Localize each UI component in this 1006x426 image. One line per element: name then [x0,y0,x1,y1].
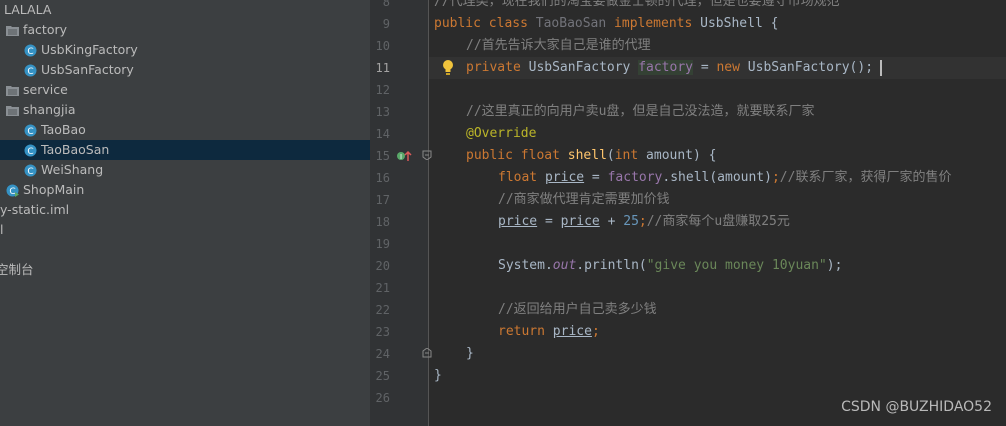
class-ref: System. [498,258,553,273]
keyword: return [498,324,545,339]
comment: //联系厂家，获得厂家的售价 [779,170,952,185]
comment: //首先告诉大家自己是谁的代理 [466,38,651,53]
constructor-call: UsbSanFactory(); [747,60,874,75]
class-name: TaoBaoSan [535,16,607,31]
code-line-22: //返回给用户自己卖多少钱 [498,299,657,321]
keyword: float [520,148,560,163]
keyword: int [614,148,639,163]
comment: //返回给用户自己卖多少钱 [498,302,657,317]
semicolon: ; [638,214,647,229]
code-line-17: //商家做代理肯定需要加价钱 [498,189,670,211]
local-variable: price [560,214,600,229]
code-line-13: //这里真正的向用户卖u盘，但是自己没法造，就要联系厂家 [466,101,814,123]
type-name: UsbSanFactory [528,60,631,75]
code-line-10: //首先告诉大家自己是谁的代理 [466,35,651,57]
operator: = [537,214,561,229]
brace: } [434,368,442,383]
keyword: new [716,60,740,75]
method-name: shell [567,148,607,163]
watermark: CSDN @BUZHIDAO52 [841,399,992,415]
comment: //商家做代理肯定需要加价钱 [498,192,670,207]
text-caret [880,60,882,76]
number-literal: 25 [623,214,639,229]
parameter: amount) { [638,148,717,163]
code-line-16: float price = factory.shell(amount);//联系… [498,167,951,189]
code-editor[interactable]: //代理类，现在我们的淘宝要做金士顿的代理，但是也要遵守市场规范 public … [0,0,1006,426]
code-line-25: } [434,365,442,387]
code-line-14: @Override [466,123,536,145]
keyword: class [488,16,528,31]
static-field: out [552,258,577,273]
local-variable: price [544,170,585,185]
paren: ( [606,148,615,163]
code-line-24: } [466,343,474,365]
keyword: private [466,60,521,75]
keyword: public [434,16,481,31]
operator: + [599,214,624,229]
code-line-15: public float shell(int amount) { [466,145,717,167]
brace: } [466,346,474,361]
field-name: factory [607,170,663,185]
keyword: public [466,148,513,163]
method-call: .shell(amount) [662,170,772,185]
comment: //这里真正的向用户卖u盘，但是自己没法造，就要联系厂家 [466,104,815,119]
operator: = [584,170,608,185]
local-variable: price [552,324,592,339]
comment: //商家每个u盘赚取25元 [646,214,790,229]
comment: //代理类，现在我们的淘宝要做金士顿的代理，但是也要遵守市场规范 [434,0,840,9]
annotation: @Override [466,126,537,141]
field-name: factory [638,60,693,75]
code-line-23: return price; [498,321,600,343]
code-line-8: //代理类，现在我们的淘宝要做金士顿的代理，但是也要遵守市场规范 [434,0,840,13]
interface-name: UsbShell { [700,16,779,31]
code-line-11: private UsbSanFactory factory = new UsbS… [466,57,873,79]
semicolon: ; [771,170,780,185]
lightbulb-icon[interactable] [441,59,455,77]
local-variable: price [498,214,538,229]
paren: ); [826,258,843,273]
code-line-18: price = price + 25;//商家每个u盘赚取25元 [498,211,790,233]
keyword: float [498,170,538,185]
method-call: .println( [576,258,647,273]
code-line-9: public class TaoBaoSan implements UsbShe… [434,13,778,35]
string-literal: "give you money 10yuan" [646,258,827,273]
operator: = [693,60,717,75]
keyword: implements [614,16,693,31]
semicolon: ; [591,324,600,339]
code-line-20: System.out.println("give you money 10yua… [498,255,842,277]
